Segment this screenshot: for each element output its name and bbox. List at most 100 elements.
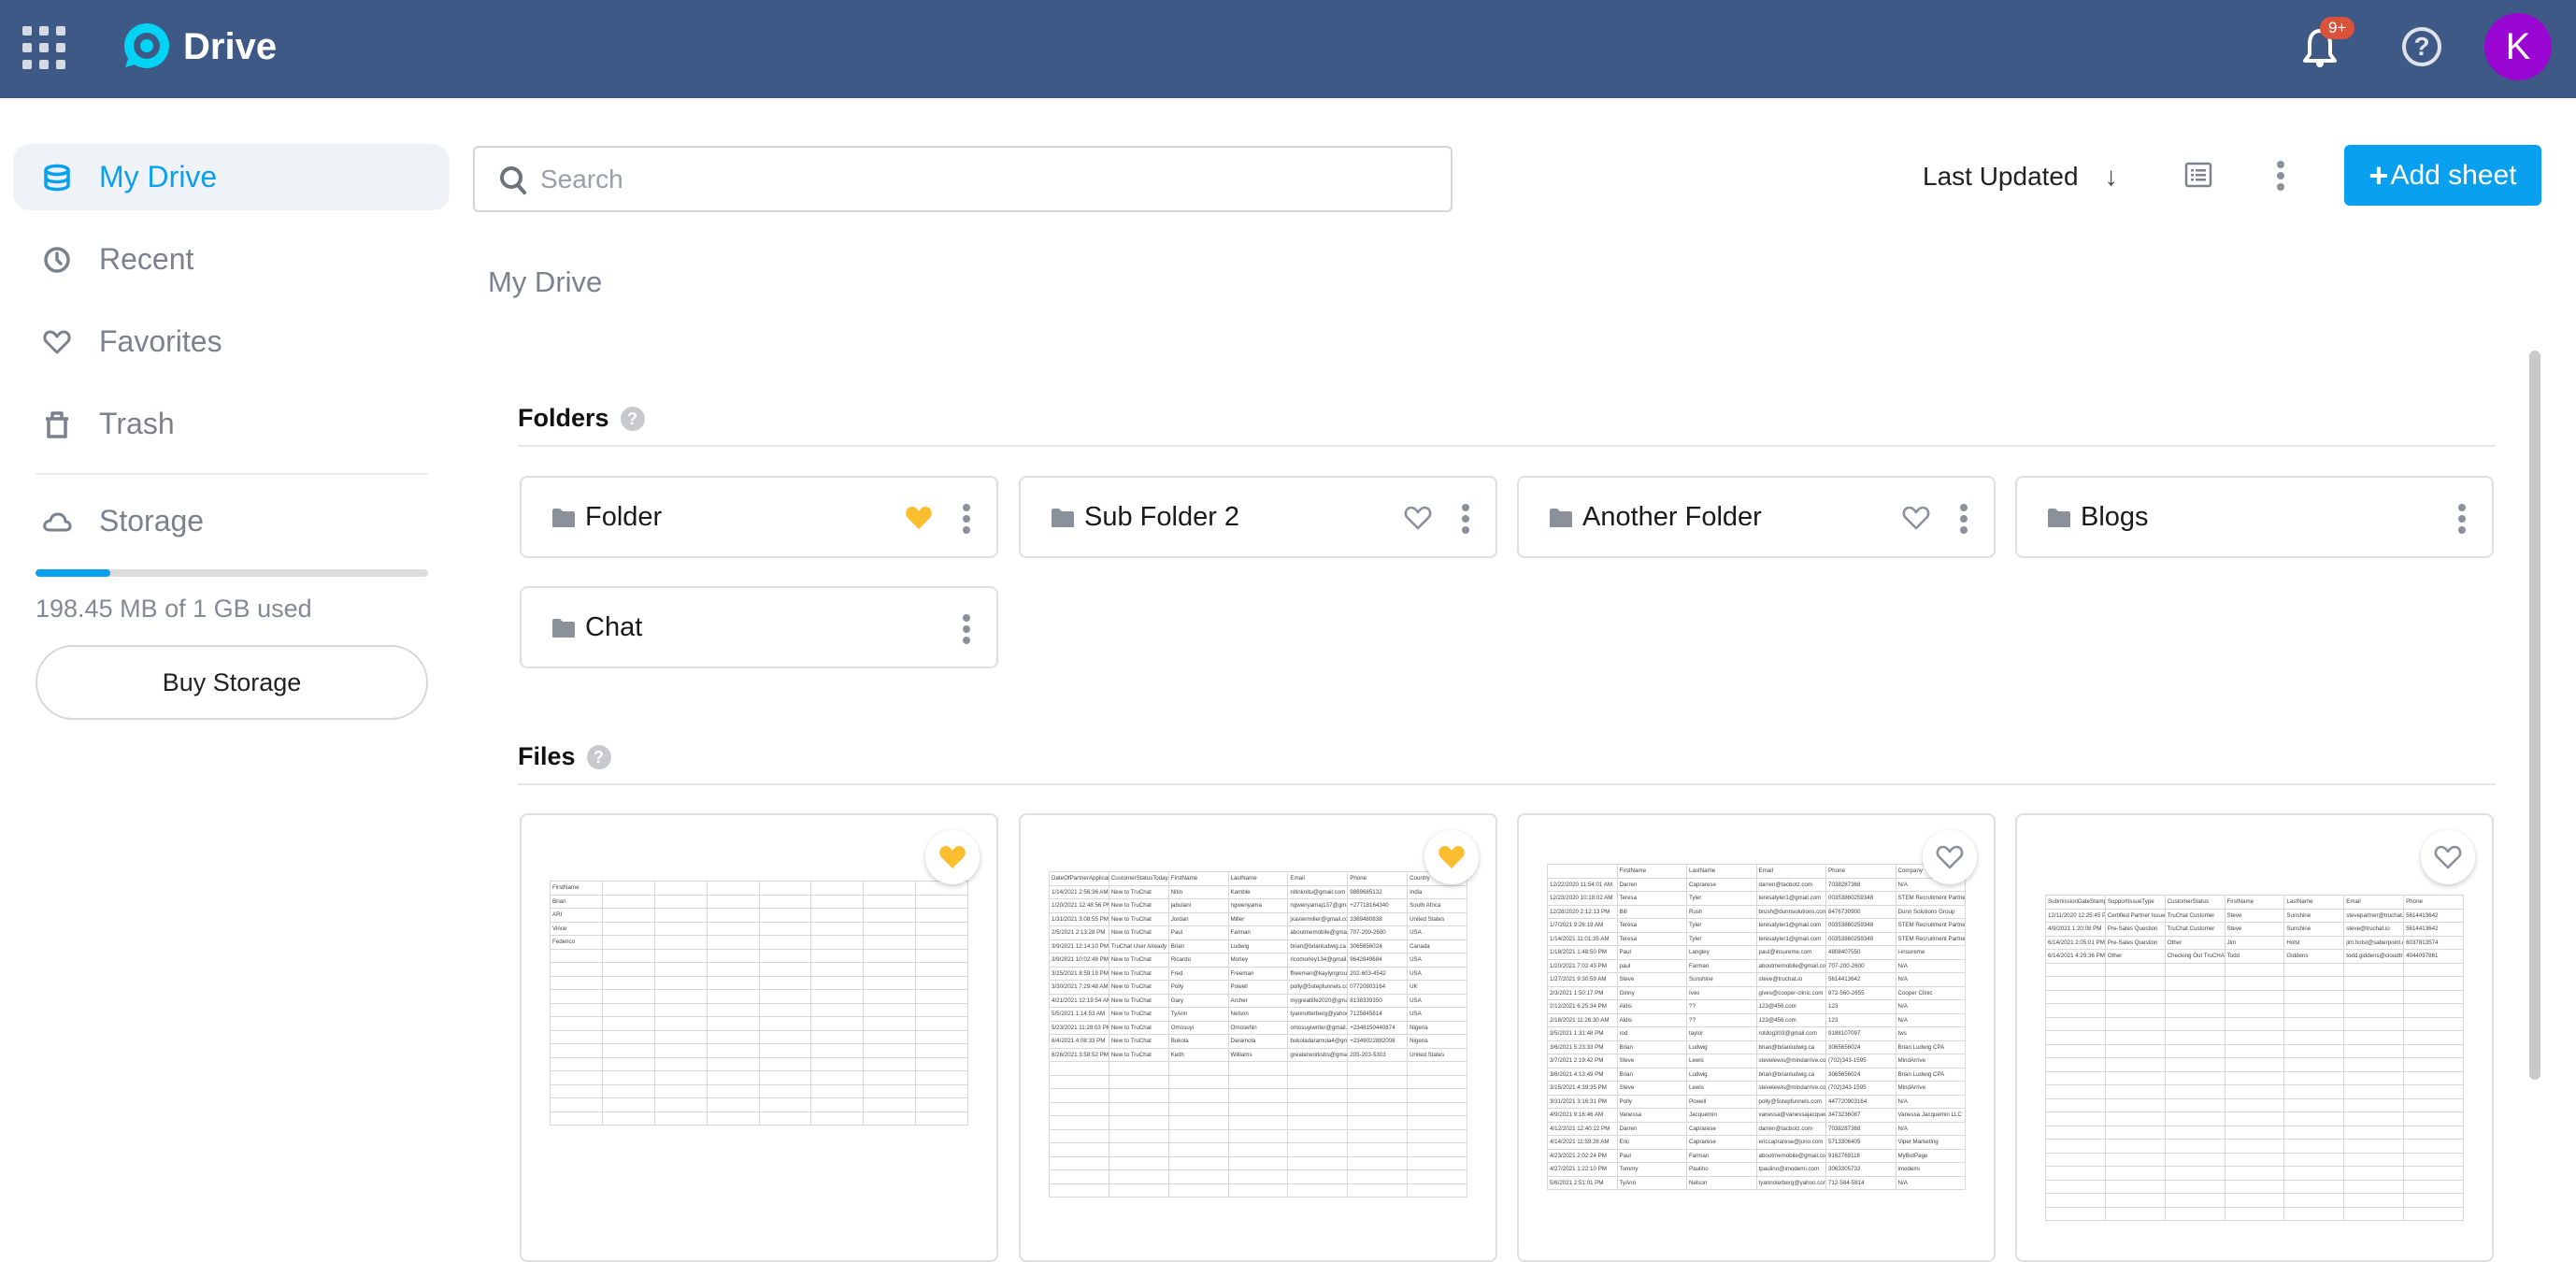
preview-cell bbox=[810, 975, 865, 990]
user-avatar[interactable]: K bbox=[2484, 13, 2552, 80]
preview-row: 4/27/2021 1:22:10 PM Tommy Paulino tpaulino… bbox=[1547, 1162, 1966, 1177]
folder-options-icon[interactable] bbox=[1954, 500, 1973, 538]
file-card[interactable]: FirstName Brian ARI Vince Federico bbox=[520, 813, 998, 1262]
preview-cell bbox=[706, 1083, 760, 1098]
preview-cell: tyannotterberg@yahoo.com bbox=[1287, 1007, 1349, 1022]
folder-options-icon[interactable] bbox=[957, 610, 976, 648]
folder-name: Another Folder bbox=[1582, 502, 1762, 532]
help-circle-icon[interactable]: ? bbox=[620, 406, 645, 431]
preview-cell: Brian Ludwig CPA bbox=[1895, 1067, 1966, 1082]
preview-cell: Ludwig bbox=[1227, 939, 1289, 954]
preview-row bbox=[2045, 1152, 2464, 1167]
add-sheet-button[interactable]: + Add sheet bbox=[2344, 145, 2541, 206]
preview-cell bbox=[550, 962, 603, 977]
preview-cell: FirstName bbox=[1616, 864, 1687, 879]
sidebar-item-trash[interactable]: Trash bbox=[13, 391, 450, 457]
buy-storage-button[interactable]: Buy Storage bbox=[36, 645, 428, 720]
arrow-down-icon[interactable]: ↓ bbox=[2105, 162, 2118, 192]
sidebar-item-storage[interactable]: Storage bbox=[13, 488, 450, 554]
preview-cell: Brian Ludwig CPA bbox=[1895, 1040, 1966, 1054]
favorite-heart-icon[interactable] bbox=[1923, 830, 1977, 884]
preview-cell bbox=[1227, 1142, 1289, 1157]
preview-cell: 4/23/2021 2:02:24 PM bbox=[1547, 1148, 1618, 1163]
preview-cell bbox=[1108, 1088, 1169, 1103]
preview-cell bbox=[2104, 1043, 2166, 1058]
folder-card[interactable]: Chat bbox=[520, 586, 998, 668]
preview-cell: USA bbox=[1407, 953, 1467, 968]
preview-cell: gives@cooper-clinic.com bbox=[1755, 985, 1826, 1000]
favorite-heart-icon[interactable] bbox=[1902, 504, 1930, 532]
sidebar-item-label: Recent bbox=[99, 242, 194, 276]
preview-cell bbox=[601, 935, 655, 950]
sheet-preview-table: FirstName Brian ARI Vince Federico bbox=[550, 881, 968, 1126]
preview-cell bbox=[2164, 1097, 2225, 1112]
sidebar-item-favorites[interactable]: Favorites bbox=[13, 308, 450, 375]
preview-cell: Email bbox=[1755, 864, 1826, 879]
folder-card[interactable]: Sub Folder 2 bbox=[1019, 476, 1497, 558]
folder-options-icon[interactable] bbox=[957, 500, 976, 538]
folder-options-icon[interactable] bbox=[1456, 500, 1475, 538]
preview-row bbox=[2045, 962, 2464, 977]
preview-row: 1/31/2021 3:08:55 PM New to TruChat Jordan… bbox=[1049, 911, 1467, 926]
help-icon[interactable]: ? bbox=[2402, 27, 2441, 66]
preview-cell bbox=[1287, 1142, 1349, 1157]
preview-cell: polly@5stepfunnels.com bbox=[1755, 1094, 1826, 1109]
preview-cell bbox=[2164, 1166, 2225, 1181]
file-card[interactable]: FirstName LastName Email Phone Company 12/22/… bbox=[1517, 813, 1996, 1262]
folder-icon bbox=[552, 619, 575, 638]
preview-row bbox=[1049, 1074, 1467, 1089]
preview-cell: 3/9/2021 10:02:48 PM bbox=[1049, 953, 1109, 968]
preview-cell bbox=[550, 1070, 603, 1085]
apps-grid-icon[interactable] bbox=[22, 26, 65, 69]
preview-cell: 4/21/2021 12:19:54 AM bbox=[1049, 993, 1109, 1008]
preview-cell: 3/30/2021 7:29:48 AM bbox=[1049, 980, 1109, 995]
preview-cell: 202-603-4542 bbox=[1347, 966, 1409, 981]
scrollbar-thumb[interactable] bbox=[2529, 351, 2540, 1080]
preview-cell: i-insureme bbox=[1895, 945, 1966, 960]
preview-cell bbox=[2283, 1030, 2345, 1045]
sidebar-item-my-drive[interactable]: My Drive bbox=[13, 144, 450, 210]
preview-cell bbox=[550, 989, 603, 1004]
preview-cell bbox=[1049, 1115, 1109, 1130]
preview-cell bbox=[863, 1043, 917, 1058]
preview-cell bbox=[1049, 1155, 1109, 1170]
favorite-heart-icon[interactable] bbox=[2421, 830, 2475, 884]
file-card[interactable]: SubmissionDateStamp SupportIssueType Custo… bbox=[2015, 813, 2494, 1262]
sidebar-item-recent[interactable]: Recent bbox=[13, 226, 450, 293]
preview-cell bbox=[2403, 1125, 2464, 1140]
app-title[interactable]: Drive bbox=[183, 21, 277, 73]
search-input[interactable] bbox=[540, 155, 1428, 204]
preview-cell bbox=[758, 921, 812, 936]
preview-cell: vanessa@vanessajacquemin.com bbox=[1755, 1108, 1826, 1123]
preview-cell: MindArrive bbox=[1895, 1081, 1966, 1096]
preview-cell: 2/12/2021 6:25:34 PM bbox=[1547, 999, 1618, 1014]
help-circle-icon[interactable]: ? bbox=[586, 744, 611, 769]
favorite-filled-heart-icon[interactable] bbox=[925, 830, 980, 884]
folder-card[interactable]: Blogs bbox=[2015, 476, 2494, 558]
file-card[interactable]: DateOfPartnerApplicationCustomerStatusTo… bbox=[1019, 813, 1497, 1262]
preview-cell: polly@5stepfunnels.com bbox=[1287, 980, 1349, 995]
preview-cell: Rush bbox=[1686, 904, 1757, 919]
favorite-heart-icon[interactable] bbox=[1404, 504, 1432, 532]
preview-cell bbox=[1287, 1155, 1349, 1170]
list-view-icon[interactable] bbox=[2184, 161, 2212, 189]
preview-cell: New to TruChat bbox=[1108, 953, 1169, 968]
preview-cell bbox=[1227, 1128, 1289, 1143]
sort-dropdown[interactable]: Last Updated ↓ bbox=[1923, 155, 2118, 198]
preview-cell: 4/9/2021 1:20:08 PM bbox=[2045, 922, 2106, 937]
folder-options-icon[interactable] bbox=[2453, 500, 2471, 538]
preview-cell: Vince bbox=[550, 921, 603, 936]
favorite-filled-heart-icon[interactable] bbox=[905, 504, 933, 532]
drive-logo-icon[interactable] bbox=[116, 19, 174, 77]
preview-cell bbox=[2045, 1111, 2106, 1126]
folder-card[interactable]: Another Folder bbox=[1517, 476, 1996, 558]
preview-cell bbox=[2343, 1206, 2405, 1221]
preview-cell bbox=[863, 962, 917, 977]
preview-row bbox=[1049, 1115, 1467, 1130]
preview-cell: Polly bbox=[1167, 980, 1229, 995]
search-box[interactable] bbox=[473, 146, 1453, 212]
preview-cell bbox=[2403, 1152, 2464, 1167]
more-options-icon[interactable] bbox=[2268, 155, 2294, 196]
favorite-filled-heart-icon[interactable] bbox=[1424, 830, 1479, 884]
folder-card[interactable]: Folder bbox=[520, 476, 998, 558]
